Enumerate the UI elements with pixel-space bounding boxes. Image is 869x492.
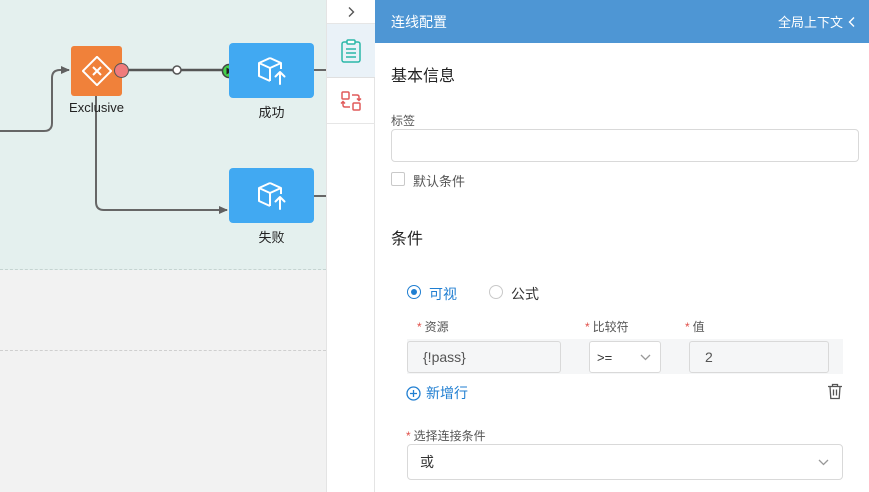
default-condition-label: 默认条件 (413, 174, 466, 189)
clipboard-list-icon (341, 38, 361, 63)
global-context-label: 全局上下文 (777, 15, 843, 30)
mode-radio-visual[interactable] (407, 285, 421, 299)
global-context-toggle[interactable]: 全局上下文 (778, 12, 856, 31)
panel-title: 连线配置 (391, 13, 447, 30)
chevron-right-icon (348, 6, 355, 17)
connection-condition-value: 或 (420, 454, 434, 470)
label-input[interactable] (391, 129, 859, 162)
fail-node-label: 失败 (258, 230, 285, 245)
resource-input[interactable]: {!pass} (407, 341, 561, 373)
gateway-output-port[interactable] (114, 63, 129, 78)
connection-condition-label: * 选择连接条件 (406, 429, 486, 443)
edge-incoming[interactable] (0, 66, 70, 132)
connection-condition-select[interactable]: 或 (407, 444, 843, 480)
plus-circle-icon (406, 385, 421, 401)
package-upload-icon (257, 56, 285, 85)
package-upload-icon (257, 181, 285, 210)
fail-task-node[interactable] (229, 168, 314, 223)
value-input[interactable]: 2 (689, 341, 829, 373)
exclusive-node-label: Exclusive (69, 100, 124, 115)
tab-flow-mapping[interactable] (327, 78, 375, 124)
success-node-label: 成功 (258, 105, 285, 120)
trash-icon[interactable] (827, 383, 843, 400)
chevron-left-icon (848, 16, 855, 27)
column-resource-header: * 资源 (417, 320, 449, 334)
mode-radio-formula[interactable] (489, 285, 503, 299)
collapse-panel-button[interactable] (327, 0, 375, 24)
connection-config-panel: 连线配置 全局上下文 基本信息 标签 默认条件 条件 可视 公式 * 资源 * 比较… (375, 0, 869, 492)
panel-header: 连线配置 全局上下文 (375, 0, 869, 43)
condition-title: 条件 (391, 231, 424, 248)
edge-midpoint-handle[interactable] (172, 65, 182, 75)
swap-nodes-icon (340, 90, 362, 111)
label-field-label: 标签 (391, 114, 416, 128)
column-value-header: * 值 (685, 320, 705, 334)
tab-connection-config[interactable] (327, 24, 375, 78)
flow-canvas[interactable]: Exclusive 成功 失败 (0, 0, 326, 492)
add-row-button[interactable]: 新增行 (406, 383, 468, 403)
add-row-label: 新增行 (426, 385, 468, 401)
comparator-value: >= (597, 349, 613, 365)
mode-visual-label[interactable]: 可视 (429, 284, 457, 304)
basic-info-title: 基本信息 (391, 68, 456, 85)
chevron-down-icon (640, 354, 651, 360)
column-comparator-header: * 比较符 (585, 320, 629, 334)
comparator-select[interactable]: >= (589, 341, 661, 373)
exclusive-gateway-icon (81, 56, 112, 86)
panel-tool-strip (326, 0, 375, 492)
default-condition-checkbox[interactable] (391, 172, 405, 186)
chevron-down-icon (818, 459, 829, 465)
success-task-node[interactable] (229, 43, 314, 98)
mode-formula-label[interactable]: 公式 (511, 284, 539, 304)
